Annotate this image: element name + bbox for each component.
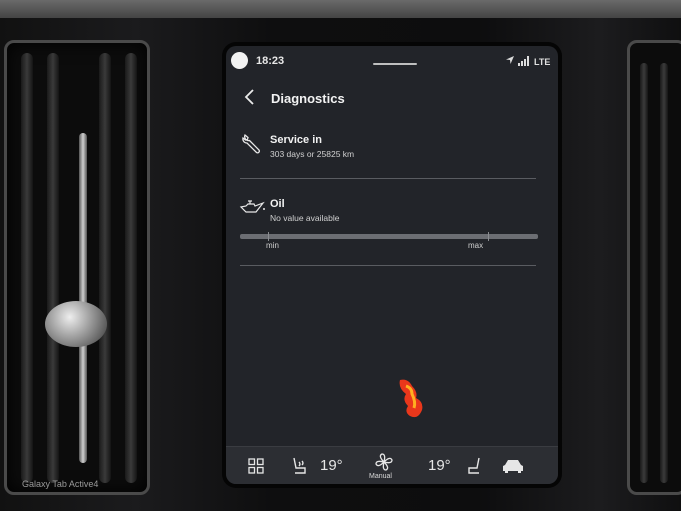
- service-value: 303 days or 25825 km: [270, 149, 355, 159]
- location-arrow-icon: [505, 55, 515, 68]
- center-display: 18:23 LTE Diagnostics Service in 303 day…: [226, 46, 558, 484]
- air-vent-right: [627, 40, 681, 495]
- climate-bar: 19° Manual 19°: [226, 446, 558, 484]
- oil-scale-min: min: [266, 241, 279, 250]
- oil-value: No value available: [270, 213, 340, 223]
- driver-temperature[interactable]: 19°: [320, 457, 343, 474]
- oil-can-icon: [238, 198, 266, 222]
- page-title: Diagnostics: [271, 91, 345, 106]
- network-type: LTE: [534, 57, 551, 67]
- vent-adjuster-stem: [79, 133, 87, 463]
- oil-scale-max: max: [468, 241, 484, 250]
- signal-bars-icon: [518, 56, 530, 66]
- oil-title: Oil: [270, 198, 285, 210]
- pull-down-handle[interactable]: [373, 63, 417, 65]
- service-title: Service in: [270, 134, 322, 146]
- passenger-seat-icon[interactable]: [466, 456, 484, 481]
- home-grid-icon[interactable]: [248, 458, 264, 479]
- profile-dot-icon[interactable]: [231, 52, 248, 69]
- vent-adjuster-knob: [45, 301, 107, 347]
- oil-gauge-max-tick: [488, 232, 489, 241]
- service-row[interactable]: Service in 303 days or 25825 km: [226, 130, 558, 174]
- oil-gauge-min-tick: [268, 232, 269, 241]
- clock: 18:23: [256, 55, 285, 67]
- driver-seat-icon[interactable]: [290, 456, 308, 481]
- fan-mode-label: Manual: [369, 473, 392, 480]
- air-vent-left: [4, 40, 150, 495]
- car-icon[interactable]: [502, 458, 524, 479]
- oil-level-gauge: [240, 234, 538, 239]
- oil-row[interactable]: Oil No value available: [226, 196, 558, 228]
- divider: [240, 265, 536, 266]
- device-caption: Galaxy Tab Active4: [22, 479, 99, 489]
- light-reflection: [394, 376, 434, 422]
- chevron-left-icon[interactable]: [242, 88, 260, 106]
- wrench-icon: [240, 132, 264, 156]
- divider: [240, 178, 536, 179]
- status-bar: 18:23 LTE: [226, 46, 558, 76]
- page-header: Diagnostics: [226, 82, 558, 114]
- passenger-temperature[interactable]: 19°: [428, 457, 451, 474]
